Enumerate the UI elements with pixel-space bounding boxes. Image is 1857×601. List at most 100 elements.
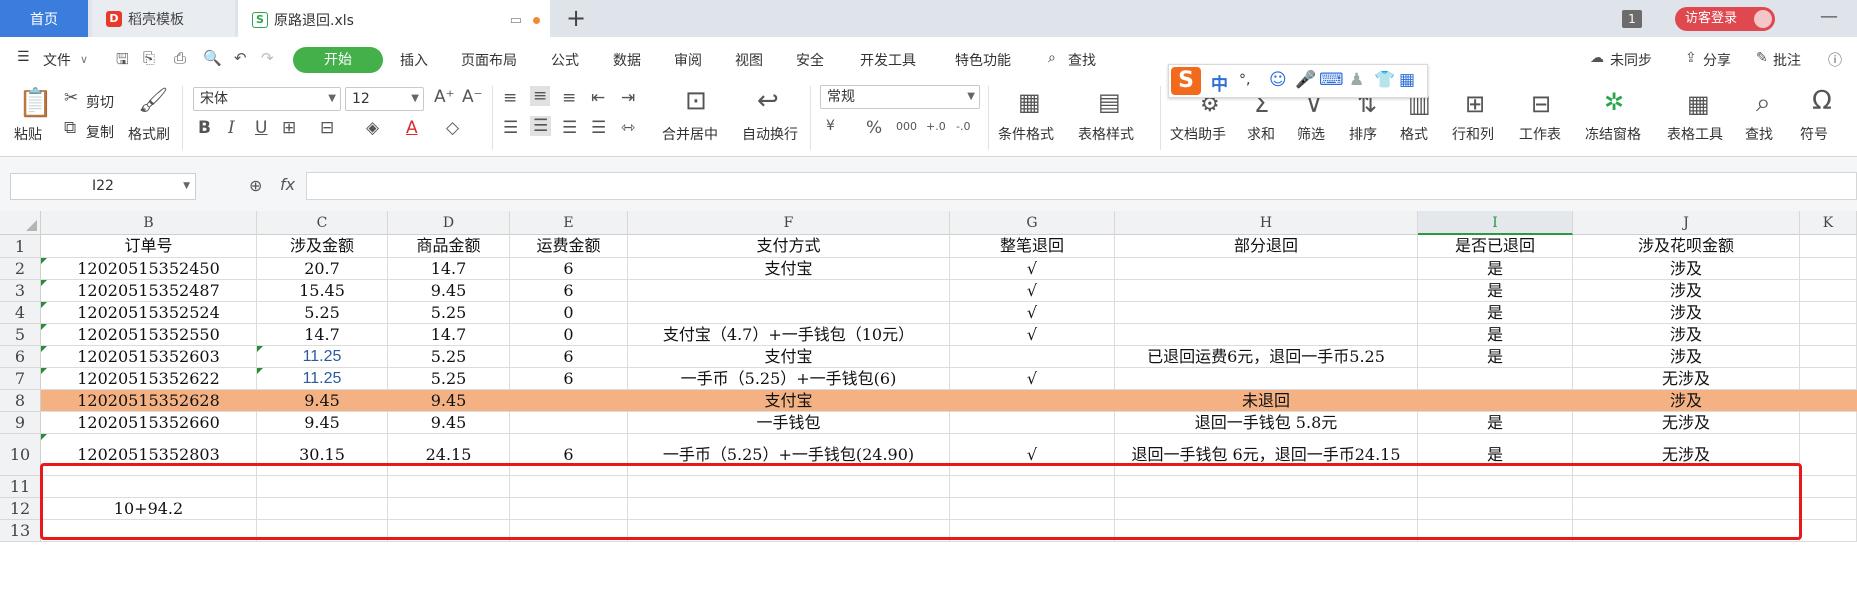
table-cell[interactable]: 订单号 — [41, 235, 257, 258]
table-cell[interactable]: 退回一手钱包 6元，退回一手币24.15 — [1115, 434, 1418, 476]
column-header-d[interactable]: D — [388, 211, 510, 235]
table-cell[interactable] — [388, 498, 510, 520]
table-cell[interactable] — [510, 520, 628, 542]
share-icon[interactable]: ⇪ — [1685, 50, 1697, 66]
table-cell[interactable] — [257, 498, 388, 520]
symbol-button[interactable]: 符号 — [1800, 124, 1828, 144]
column-header-f[interactable]: F — [628, 211, 950, 235]
table-cell[interactable] — [1800, 368, 1857, 390]
table-cell[interactable]: 14.7 — [257, 324, 388, 346]
table-cell[interactable] — [1800, 235, 1857, 258]
table-cell[interactable] — [1115, 258, 1418, 280]
ime-mode[interactable]: 中 — [1211, 70, 1228, 95]
table-cell[interactable] — [1418, 476, 1573, 498]
table-cell[interactable]: 6 — [510, 258, 628, 280]
format-button[interactable]: 格式 — [1400, 124, 1428, 144]
increase-decimal-icon[interactable]: +.0 — [926, 120, 946, 133]
table-cell[interactable] — [1573, 520, 1800, 542]
table-cell[interactable]: 是 — [1418, 346, 1573, 368]
column-header-c[interactable]: C — [257, 211, 388, 235]
worksheet-button[interactable]: 工作表 — [1519, 124, 1561, 144]
table-cell[interactable] — [1573, 498, 1800, 520]
emoji-icon[interactable]: ☺ — [1269, 70, 1287, 90]
number-format-select[interactable]: 常规 ▼ — [820, 85, 980, 109]
table-cell[interactable]: 10+94.2 — [41, 498, 257, 520]
table-cell[interactable]: 是 — [1418, 324, 1573, 346]
table-cell[interactable] — [950, 520, 1115, 542]
table-cell[interactable] — [41, 476, 257, 498]
border-icon[interactable]: ⊞ — [282, 118, 296, 138]
table-cell[interactable]: 支付宝 — [628, 390, 950, 412]
microphone-icon[interactable]: 🎤 — [1295, 70, 1316, 90]
table-cell[interactable]: 一手币（5.25）+一手钱包(6) — [628, 368, 950, 390]
row-header[interactable]: 9 — [0, 412, 41, 434]
table-cell[interactable]: 涉及 — [1573, 280, 1800, 302]
indent-decrease-icon[interactable]: ⇤ — [591, 88, 605, 108]
menu-security[interactable]: 安全 — [796, 50, 824, 70]
conditional-format-icon[interactable]: ▦ — [1018, 88, 1041, 116]
toolbox-icon[interactable]: ▦ — [1399, 70, 1415, 90]
row-header[interactable]: 8 — [0, 390, 41, 412]
menu-share[interactable]: 分享 — [1703, 50, 1731, 70]
menu-view[interactable]: 视图 — [735, 50, 763, 70]
format-painter-icon[interactable]: 🖌 — [138, 86, 168, 114]
menu-dev-tools[interactable]: 开发工具 — [860, 50, 916, 70]
table-cell[interactable]: 无涉及 — [1573, 368, 1800, 390]
menu-comments[interactable]: 批注 — [1773, 50, 1801, 70]
table-cell[interactable] — [1800, 434, 1857, 476]
print-icon[interactable]: ⎙ — [174, 49, 186, 67]
table-cell[interactable]: 支付宝（4.7）+一手钱包（10元） — [628, 324, 950, 346]
distribute-icon[interactable]: ⇿ — [621, 118, 635, 138]
table-cell[interactable] — [1800, 390, 1857, 412]
row-header[interactable]: 11 — [0, 476, 41, 498]
table-cell[interactable]: 是 — [1418, 258, 1573, 280]
table-cell[interactable]: 30.15 — [257, 434, 388, 476]
table-cell[interactable] — [1115, 368, 1418, 390]
table-cell[interactable]: 是 — [1418, 412, 1573, 434]
row-header[interactable]: 1 — [0, 235, 41, 258]
symbol-icon[interactable]: Ω — [1812, 86, 1832, 116]
table-cell[interactable] — [628, 280, 950, 302]
find-icon[interactable]: ⌕ — [1756, 88, 1771, 119]
table-cell[interactable]: 5.25 — [388, 368, 510, 390]
table-cell[interactable]: 0 — [510, 324, 628, 346]
table-cell[interactable] — [1418, 498, 1573, 520]
worksheet-icon[interactable]: ⊟ — [1531, 90, 1551, 118]
table-cell[interactable] — [388, 520, 510, 542]
table-cell[interactable]: 部分退回 — [1115, 235, 1418, 258]
table-cell[interactable]: 11.25 — [257, 346, 388, 368]
doc-assistant-button[interactable]: 文档助手 — [1170, 124, 1226, 144]
thousands-icon[interactable]: 000 — [896, 120, 917, 133]
percent-icon[interactable]: % — [866, 118, 882, 138]
table-cell[interactable]: 20.7 — [257, 258, 388, 280]
table-cell[interactable]: 9.45 — [388, 412, 510, 434]
help-icon[interactable]: ⓘ — [1828, 50, 1842, 70]
table-tools-icon[interactable]: ▦ — [1687, 90, 1710, 118]
paste-icon[interactable]: 📋 — [18, 86, 53, 119]
table-style-button[interactable]: 表格样式 — [1078, 124, 1134, 144]
row-col-button[interactable]: 行和列 — [1452, 124, 1494, 144]
table-cell[interactable]: 是 — [1418, 302, 1573, 324]
visitor-login-button[interactable]: 访客登录 — [1675, 7, 1775, 31]
auto-wrap-button[interactable]: 自动换行 — [742, 124, 798, 144]
table-cell[interactable]: 15.45 — [257, 280, 388, 302]
tab-template[interactable]: D 稻壳模板 — [92, 0, 235, 37]
new-tab-button[interactable]: + — [566, 4, 586, 32]
align-left-icon[interactable]: ☰ — [503, 118, 518, 138]
row-header[interactable]: 5 — [0, 324, 41, 346]
table-cell[interactable] — [950, 390, 1115, 412]
column-header-j[interactable]: J — [1573, 211, 1800, 235]
row-header[interactable]: 6 — [0, 346, 41, 368]
table-cell[interactable]: 未退回 — [1115, 390, 1418, 412]
table-cell[interactable] — [1800, 412, 1857, 434]
merge-center-icon[interactable]: ⊡ — [685, 86, 707, 116]
table-cell[interactable]: 商品金额 — [388, 235, 510, 258]
table-cell[interactable] — [388, 476, 510, 498]
table-cell[interactable] — [628, 498, 950, 520]
menu-insert[interactable]: 插入 — [400, 50, 428, 70]
italic-icon[interactable]: I — [228, 118, 235, 138]
table-cell[interactable]: 9.45 — [388, 280, 510, 302]
table-cell[interactable] — [1115, 520, 1418, 542]
table-cell[interactable]: 整笔退回 — [950, 235, 1115, 258]
menu-features[interactable]: 特色功能 — [955, 50, 1011, 70]
